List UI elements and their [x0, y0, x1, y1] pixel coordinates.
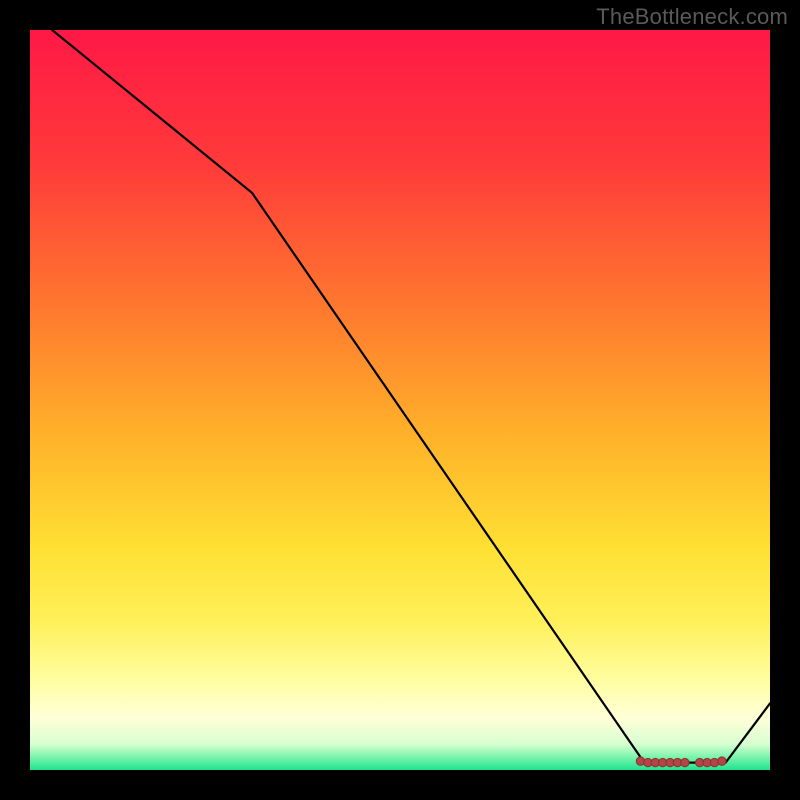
chart-plot	[30, 30, 770, 770]
chart-container: TheBottleneck.com	[0, 0, 800, 800]
marker-point	[681, 758, 689, 766]
watermark-text: TheBottleneck.com	[596, 4, 788, 30]
gradient-background	[30, 30, 770, 770]
marker-point	[718, 757, 726, 765]
